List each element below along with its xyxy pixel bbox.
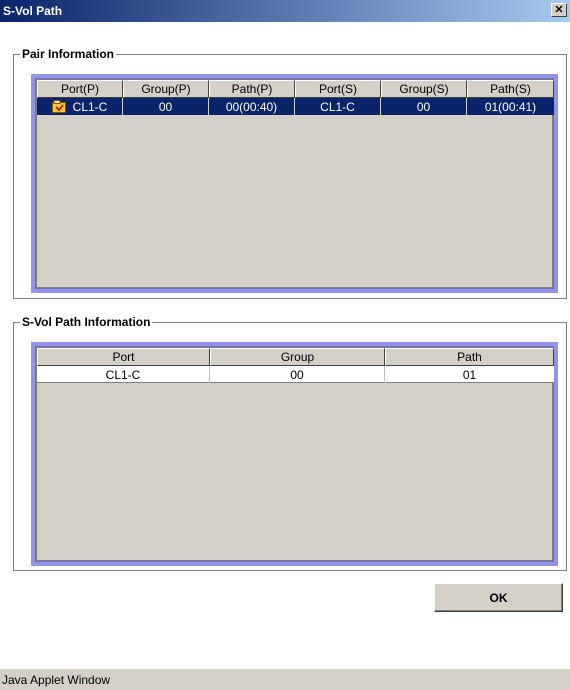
cell-group-s: 00 xyxy=(381,98,467,115)
cell-port-s: CL1-C xyxy=(295,98,381,115)
column-header-path[interactable]: Path xyxy=(385,348,554,366)
pair-information-legend: Pair Information xyxy=(20,47,117,61)
cell-group: 00 xyxy=(210,366,385,383)
cell-path-p: 00(00:40) xyxy=(209,98,295,115)
svol-path-information-group: S-Vol Path Information Port Group Path C… xyxy=(13,315,567,571)
pair-table-frame: Port(P) Group(P) Path(P) Port(S) Group(S… xyxy=(31,74,558,293)
table-row[interactable]: CL1-C 00 00(00:40) CL1-C 00 01(00:41) xyxy=(37,98,554,115)
status-bar-text: Java Applet Window xyxy=(2,672,111,687)
cell-port: CL1-C xyxy=(37,366,210,383)
table-row[interactable]: CL1-C 00 01 xyxy=(37,366,554,383)
column-header-port-s[interactable]: Port(S) xyxy=(295,80,381,98)
pair-information-group: Pair Information Port(P) Group(P) Path(P… xyxy=(13,47,567,299)
pair-table: Port(P) Group(P) Path(P) Port(S) Group(S… xyxy=(36,79,554,288)
column-header-path-p[interactable]: Path(P) xyxy=(209,80,295,98)
title-bar: S-Vol Path ✕ xyxy=(0,0,570,22)
svol-path-information-legend: S-Vol Path Information xyxy=(20,315,153,329)
column-header-path-s[interactable]: Path(S) xyxy=(467,80,554,98)
cell-path-s: 01(00:41) xyxy=(484,99,537,114)
close-button[interactable]: ✕ xyxy=(551,3,567,17)
status-bar: Java Applet Window xyxy=(0,668,570,690)
pair-volume-icon xyxy=(51,100,66,113)
cell-group-p: 00 xyxy=(123,98,209,115)
close-icon: ✕ xyxy=(554,3,564,16)
ok-button[interactable]: OK xyxy=(434,583,563,612)
column-header-group-p[interactable]: Group(P) xyxy=(123,80,209,98)
svol-table: Port Group Path CL1-C 00 01 xyxy=(36,347,554,561)
window-title: S-Vol Path xyxy=(3,4,63,18)
pair-table-header: Port(P) Group(P) Path(P) Port(S) Group(S… xyxy=(37,80,554,98)
column-header-group[interactable]: Group xyxy=(210,348,385,366)
cell-path: 01 xyxy=(462,367,477,382)
column-header-group-s[interactable]: Group(S) xyxy=(381,80,467,98)
column-header-port-p[interactable]: Port(P) xyxy=(37,80,123,98)
svol-table-header: Port Group Path xyxy=(37,348,554,366)
cell-port-p: CL1-C xyxy=(37,98,123,115)
column-header-port[interactable]: Port xyxy=(37,348,210,366)
svol-table-frame: Port Group Path CL1-C 00 01 xyxy=(31,342,558,566)
